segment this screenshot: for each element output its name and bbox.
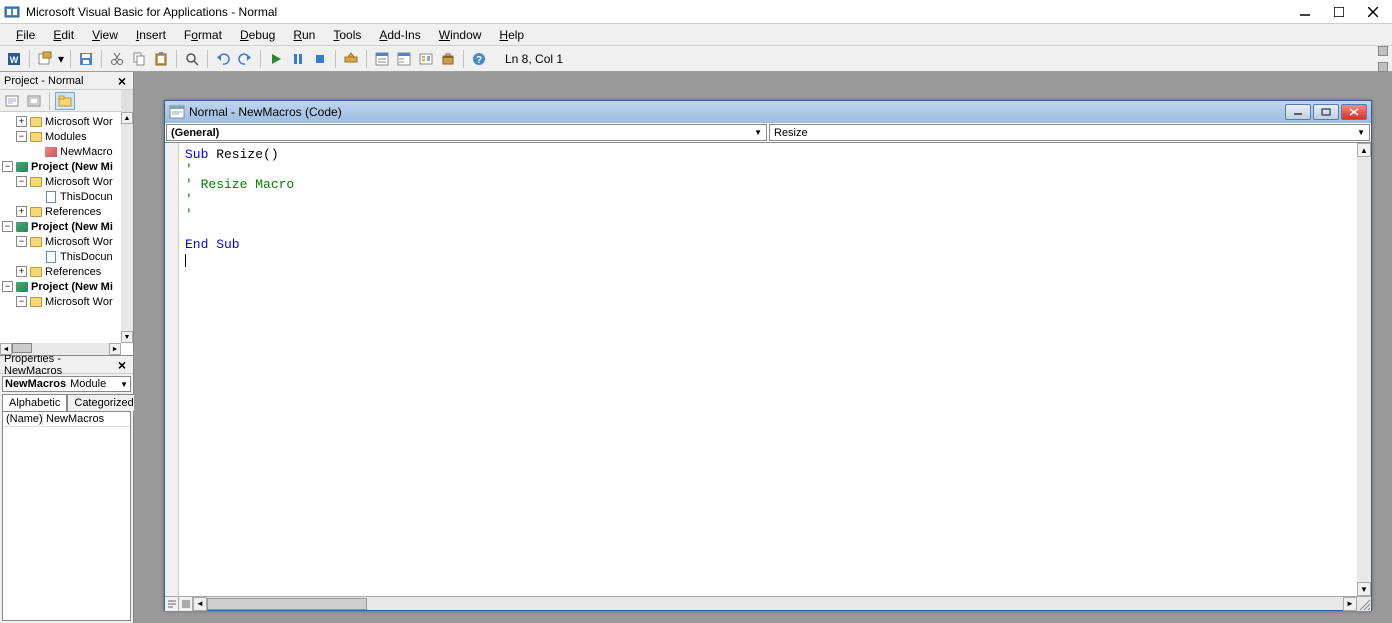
code-horizontal-scrollbar[interactable]: ◄ ► xyxy=(193,597,1357,610)
tree-collapse-icon[interactable]: − xyxy=(2,221,13,232)
menu-file[interactable]: File xyxy=(8,26,43,44)
help-icon[interactable]: ? xyxy=(469,49,489,69)
mdi-client-area: Normal - NewMacros (Code) (General) ▼ Re… xyxy=(134,72,1392,623)
project-tree[interactable]: +Microsoft Wor −Modules NewMacro −Projec… xyxy=(0,112,133,355)
project-panel-header: Project - Normal × xyxy=(0,72,133,90)
redo-icon[interactable] xyxy=(235,49,255,69)
project-toolbar xyxy=(0,90,133,112)
minimize-button[interactable] xyxy=(1298,5,1312,19)
tree-expand-icon[interactable]: + xyxy=(16,266,27,277)
menu-insert[interactable]: Insert xyxy=(128,26,174,44)
tree-expand-icon[interactable]: + xyxy=(16,116,27,127)
app-title: Microsoft Visual Basic for Applications … xyxy=(26,5,1298,19)
full-module-view-icon[interactable] xyxy=(179,597,193,611)
tree-vscrollbar[interactable]: ▲▼ xyxy=(121,112,133,343)
code-minimize-button[interactable] xyxy=(1285,104,1311,120)
tree-collapse-icon[interactable]: − xyxy=(16,236,27,247)
code-editor[interactable]: Sub Resize() ' ' Resize Macro ' ' End Su… xyxy=(179,143,1357,596)
insert-dropdown-icon[interactable]: ▾ xyxy=(57,52,65,66)
project-panel-close-icon[interactable]: × xyxy=(115,74,129,88)
dropdown-arrow-icon: ▼ xyxy=(754,128,762,137)
project-panel-title: Project - Normal xyxy=(4,75,115,87)
app-titlebar: Microsoft Visual Basic for Applications … xyxy=(0,0,1392,24)
scroll-up-icon[interactable]: ▲ xyxy=(1357,143,1371,157)
menu-debug[interactable]: Debug xyxy=(232,26,283,44)
toolbar-overflow[interactable] xyxy=(1378,46,1388,72)
properties-panel-close-icon[interactable]: × xyxy=(115,358,129,372)
standard-toolbar: W ▾ ? Ln 8, Col 1 xyxy=(0,46,1392,72)
code-window: Normal - NewMacros (Code) (General) ▼ Re… xyxy=(164,100,1372,611)
tree-collapse-icon[interactable]: − xyxy=(2,281,13,292)
procedure-view-icon[interactable] xyxy=(165,597,179,611)
view-object-icon[interactable] xyxy=(24,92,44,110)
toggle-folders-icon[interactable] xyxy=(55,92,75,110)
paste-icon[interactable] xyxy=(151,49,171,69)
break-icon[interactable] xyxy=(288,49,308,69)
code-window-title: Normal - NewMacros (Code) xyxy=(189,105,1285,119)
code-margin[interactable] xyxy=(165,143,179,596)
tree-collapse-icon[interactable]: − xyxy=(16,296,27,307)
tree-collapse-icon[interactable]: − xyxy=(16,131,27,142)
tree-hscrollbar[interactable]: ◄► xyxy=(0,343,121,355)
menu-edit[interactable]: Edit xyxy=(45,26,82,44)
scroll-thumb[interactable] xyxy=(207,598,367,610)
properties-window-icon[interactable] xyxy=(394,49,414,69)
object-dropdown[interactable]: (General) ▼ xyxy=(166,124,767,141)
menu-addins[interactable]: Add-Ins xyxy=(371,26,428,44)
reset-icon[interactable] xyxy=(310,49,330,69)
menu-help[interactable]: Help xyxy=(491,26,532,44)
properties-panel-header: Properties - NewMacros × xyxy=(0,356,133,374)
view-code-icon[interactable] xyxy=(2,92,22,110)
find-icon[interactable] xyxy=(182,49,202,69)
tab-alphabetic[interactable]: Alphabetic xyxy=(2,394,67,411)
resize-grip-icon[interactable] xyxy=(1357,597,1371,611)
dropdown-arrow-icon: ▼ xyxy=(1357,128,1365,137)
tree-collapse-icon[interactable]: − xyxy=(16,176,27,187)
property-value[interactable]: NewMacros xyxy=(43,412,130,426)
scroll-left-icon[interactable]: ◄ xyxy=(193,597,207,611)
properties-panel-title: Properties - NewMacros xyxy=(4,353,115,377)
svg-text:W: W xyxy=(10,55,19,65)
maximize-button[interactable] xyxy=(1332,5,1346,19)
menu-window[interactable]: Window xyxy=(431,26,490,44)
copy-icon[interactable] xyxy=(129,49,149,69)
vba-app-icon xyxy=(4,4,20,20)
code-vertical-scrollbar[interactable]: ▲ ▼ xyxy=(1357,143,1371,596)
cursor-position: Ln 8, Col 1 xyxy=(497,52,571,66)
module-icon xyxy=(169,105,185,119)
tab-categorized[interactable]: Categorized xyxy=(67,394,140,411)
dropdown-arrow-icon: ▼ xyxy=(120,380,128,389)
code-close-button[interactable] xyxy=(1341,104,1367,120)
design-mode-icon[interactable] xyxy=(341,49,361,69)
menu-bar: File Edit View Insert Format Debug Run T… xyxy=(0,24,1392,46)
close-button[interactable] xyxy=(1366,5,1380,19)
menu-tools[interactable]: Tools xyxy=(325,26,369,44)
code-maximize-button[interactable] xyxy=(1313,104,1339,120)
undo-icon[interactable] xyxy=(213,49,233,69)
menu-run[interactable]: Run xyxy=(285,26,323,44)
toolbox-icon[interactable] xyxy=(438,49,458,69)
scroll-down-icon[interactable]: ▼ xyxy=(1357,582,1371,596)
properties-object-selector[interactable]: NewMacros Module ▼ xyxy=(2,376,131,392)
property-key: (Name) xyxy=(3,412,43,426)
property-row[interactable]: (Name) NewMacros xyxy=(3,412,130,427)
project-explorer-icon[interactable] xyxy=(372,49,392,69)
procedure-dropdown[interactable]: Resize ▼ xyxy=(769,124,1370,141)
tree-expand-icon[interactable]: + xyxy=(16,206,27,217)
object-browser-icon[interactable] xyxy=(416,49,436,69)
view-word-icon[interactable]: W xyxy=(4,49,24,69)
scroll-right-icon[interactable]: ► xyxy=(1343,597,1357,611)
cut-icon[interactable] xyxy=(107,49,127,69)
save-icon[interactable] xyxy=(76,49,96,69)
code-window-titlebar[interactable]: Normal - NewMacros (Code) xyxy=(165,101,1371,123)
run-icon[interactable] xyxy=(266,49,286,69)
properties-grid[interactable]: (Name) NewMacros xyxy=(2,411,131,621)
svg-text:?: ? xyxy=(476,55,482,66)
menu-view[interactable]: View xyxy=(84,26,126,44)
menu-format[interactable]: Format xyxy=(176,26,230,44)
tree-collapse-icon[interactable]: − xyxy=(2,161,13,172)
insert-module-icon[interactable] xyxy=(35,49,55,69)
